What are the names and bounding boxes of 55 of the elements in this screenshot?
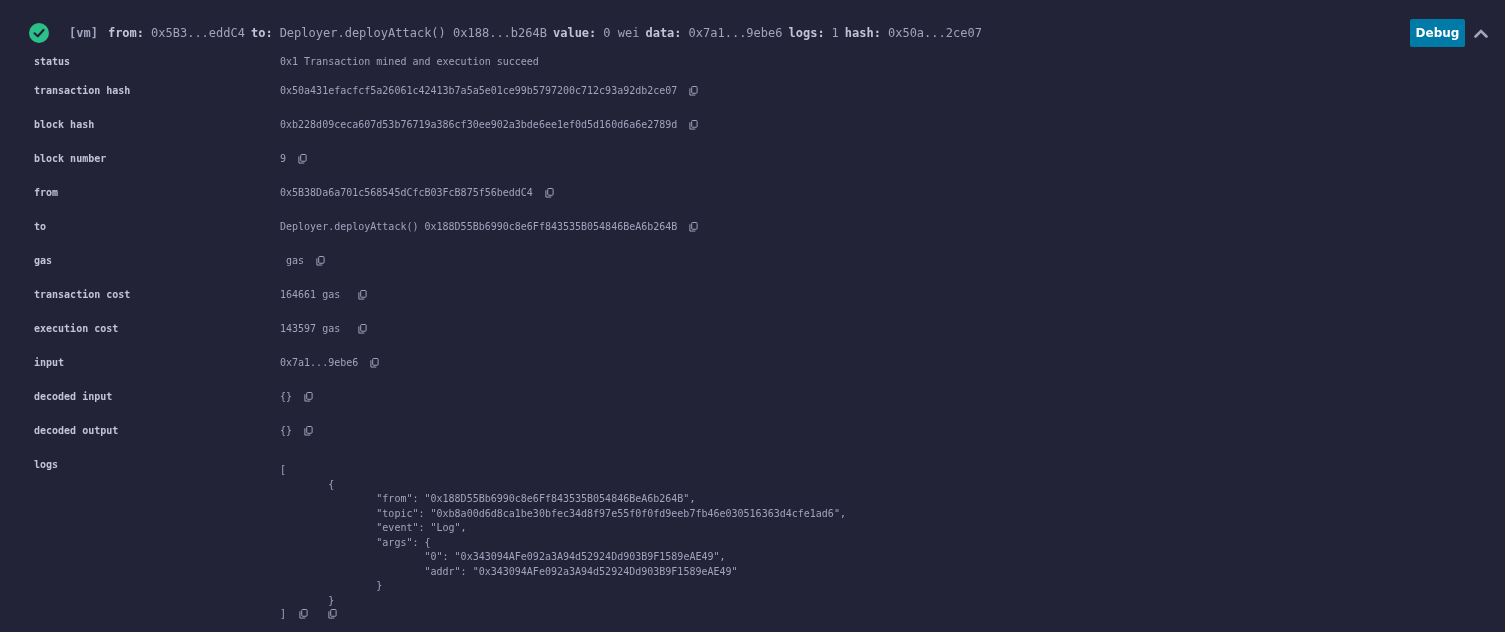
row-value: 143597 gas (280, 323, 342, 335)
copy-icon[interactable] (299, 609, 309, 619)
row-value: 164661 gas (280, 289, 342, 301)
copy-icon[interactable] (544, 188, 554, 198)
copy-icon[interactable] (689, 86, 699, 96)
row-value: gas (285, 255, 305, 267)
row-label: block hash (34, 119, 96, 131)
copy-icon[interactable] (358, 324, 368, 334)
row-label: from (34, 187, 60, 199)
field-value: 0x7a1...9ebe6 (688, 26, 783, 40)
environment-tag: [vm] (69, 26, 98, 40)
row-value: 0xb228d09ceca607d53b76719a386cf30ee902a3bde6ee1ef0d5d160d6a6e2789d (280, 119, 678, 131)
collapse-chevron-icon[interactable] (1474, 28, 1488, 38)
row-value: Deployer.deployAttack() 0x188D55Bb6990c8e6Ff843535B054846BeA6b264B (280, 221, 678, 233)
debug-button[interactable]: Debug (1410, 19, 1465, 47)
copy-icon[interactable] (689, 222, 699, 232)
row-value: 0x50a431efacfcf5a26061c42413b7a5a5e01ce99b5797200c712c93a92db2ce07 (280, 85, 678, 97)
field-label: from: (107, 26, 145, 40)
copy-icon[interactable] (370, 358, 380, 368)
field-label: to: (250, 26, 273, 40)
row-value: {} (280, 391, 293, 403)
row-value: 0x7a1...9ebe6 (280, 357, 359, 369)
row-label: block number (34, 153, 108, 165)
copy-icon[interactable] (304, 426, 314, 436)
row-value: 9 (280, 153, 287, 165)
copy-icon[interactable] (298, 154, 308, 164)
copy-icon[interactable] (689, 120, 699, 130)
row-label: status (34, 56, 72, 68)
row-value: 0x1 Transaction mined and execution succeed (280, 56, 539, 68)
row-label: execution cost (34, 323, 120, 335)
copy-icon[interactable] (358, 290, 368, 300)
field-value: 0 wei (603, 26, 640, 40)
copy-icon[interactable] (328, 609, 338, 619)
field-value: 0x50a...2ce07 (887, 26, 982, 40)
row-label: transaction cost (34, 289, 132, 301)
row-label: gas (34, 255, 54, 267)
field-label: logs: (788, 26, 825, 40)
logs-json: [ { "from": "0x188D55Bb6990c8e6Ff843535B054846BeA6b264B", "topic": "0xb8a00d6d8ca1be30bfec34d8f97e55f0f0fd9eeb7fb46e030516363d4cfe1ad6", "event": "Log", "args": { "0": "0x343094AFe092a3A94d52924Dd903B9F1589eAE49", "addr": "0x343094AFe092a3A94d52924Dd903B9F1589eAE49" } } (280, 463, 846, 608)
row-label: decoded output (34, 425, 120, 437)
copy-icon[interactable] (316, 256, 326, 266)
field-label: value: (552, 26, 597, 40)
row-value: 0x5B38Da6a701c568545dCfcB03FcB875f56beddC4 (280, 187, 533, 199)
row-label: to (34, 221, 48, 233)
field-label: data: (645, 26, 682, 40)
row-label: decoded input (34, 391, 114, 403)
field-value: Deployer.deployAttack() 0x188...b264B (279, 26, 547, 40)
field-value: 1 (831, 26, 839, 40)
row-label: logs (34, 459, 60, 472)
row-value: {} (280, 425, 293, 437)
row-label: transaction hash (34, 85, 132, 97)
closing-bracket: ] (280, 608, 287, 620)
field-value: 0x5B3...eddC4 (151, 26, 245, 40)
field-label: hash: (844, 26, 881, 40)
copy-icon[interactable] (304, 392, 314, 402)
row-label: input (34, 357, 66, 369)
